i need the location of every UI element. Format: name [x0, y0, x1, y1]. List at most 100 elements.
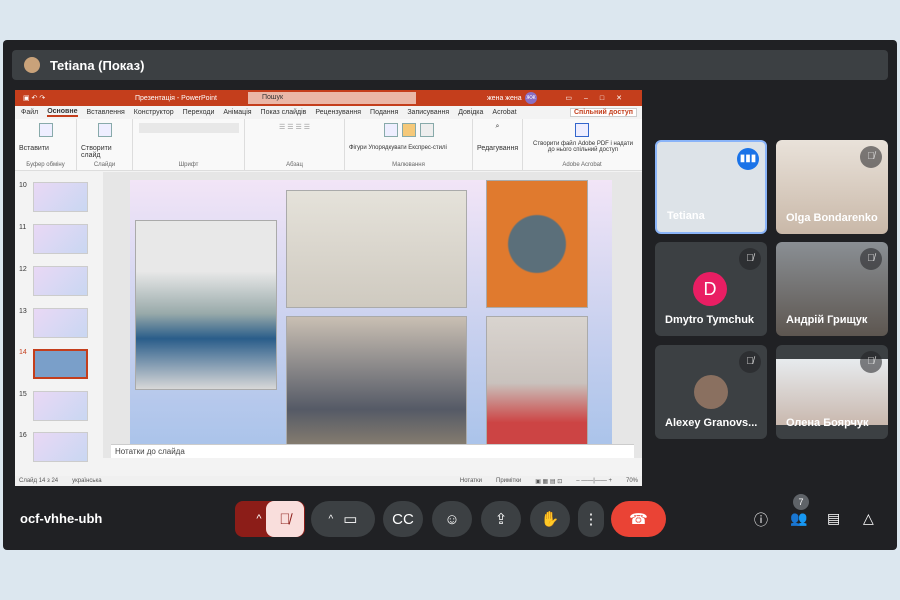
pdf-icon[interactable] — [575, 123, 589, 137]
participant-tile[interactable]: 🎙̸ Андрій Грищук — [776, 242, 888, 336]
mic-off-icon: 🎙̸ — [860, 351, 882, 373]
participant-tile[interactable]: 🎙̸ D Dmytro Tymchuk — [655, 242, 767, 336]
tab[interactable]: Подання — [370, 109, 398, 116]
drawing-group: Фігури Упорядкувати Експрес-стилі Малюван… — [345, 119, 473, 170]
tab[interactable]: Переходи — [183, 109, 215, 116]
ribbon: Вставити Буфер обміну Створити слайд Слайд… — [15, 119, 642, 171]
more-options-button[interactable]: ⋮ — [578, 501, 604, 537]
emoji-button[interactable]: ☺ — [432, 501, 472, 537]
slide-thumb[interactable]: 15 — [19, 391, 99, 421]
tab[interactable]: Файл — [21, 109, 38, 116]
chat-icon[interactable]: ▤ — [827, 510, 840, 527]
slide-photo-embedding — [286, 316, 467, 450]
participant-tile[interactable]: 🎙̸ Олена Боярчук — [776, 345, 888, 439]
group-label: Малювання — [392, 162, 425, 168]
new-slide-icon[interactable] — [97, 123, 112, 137]
save-icon[interactable]: ▣ ↶ ↷ — [23, 94, 45, 102]
people-icon[interactable]: 👥 — [790, 510, 807, 527]
ribbon-tabs: Файл Основне Вставлення Конструктор Пере… — [15, 106, 642, 119]
raise-hand-button[interactable]: ✋ — [530, 501, 570, 537]
captions-button[interactable]: CC — [383, 501, 423, 537]
slides-group: Створити слайд Слайди — [77, 119, 133, 170]
participant-name: Олена Боярчук — [786, 417, 869, 429]
end-call-button[interactable]: ☎ — [611, 501, 666, 537]
slide-thumbnails[interactable]: 10 11 12 13 14 15 16 — [15, 172, 103, 462]
mic-off-icon: 🎙̸ — [860, 146, 882, 168]
search-input[interactable]: Пошук — [248, 92, 416, 104]
language[interactable]: українська — [72, 478, 102, 484]
speaking-icon: ▮▮▮ — [737, 148, 759, 170]
activities-icon[interactable]: △ — [863, 510, 874, 527]
slide-thumb[interactable]: 12 — [19, 266, 99, 296]
notes-button[interactable]: Нотатки — [460, 478, 482, 484]
window-controls[interactable]: ▭–□✕ — [565, 94, 634, 102]
tab[interactable]: Анімація — [223, 109, 251, 116]
tab[interactable]: Конструктор — [134, 109, 174, 116]
editing-button[interactable]: Редагування — [477, 145, 518, 152]
info-icon[interactable]: ⓘ — [754, 510, 768, 530]
zoom-level: 70% — [625, 478, 638, 484]
presentation-header: Tetiana (Показ) — [12, 50, 888, 80]
new-slide-button[interactable]: Створити слайд — [81, 145, 112, 159]
avatar — [24, 57, 40, 73]
group-label: Шрифт — [178, 162, 199, 168]
tab[interactable]: Вставлення — [87, 109, 125, 116]
mic-off-icon: 🎙̸ — [739, 248, 761, 270]
participant-tile[interactable]: ▮▮▮ Tetiana — [655, 140, 767, 234]
shared-screen-powerpoint: ▣ ↶ ↷ Презентація - PowerPoint Пошук жен… — [15, 90, 642, 486]
participant-name: Андрій Грищук — [786, 314, 868, 326]
align-icons[interactable]: ☰ ☰ ☰ ☰ — [279, 123, 310, 131]
participant-tile[interactable]: 🎙̸ Olga Bondarenko — [776, 140, 888, 234]
participant-name: Dmytro Tymchuk — [665, 314, 755, 326]
view-buttons[interactable]: ▣ ▦ ▤ ⊡ — [535, 478, 562, 485]
mic-off-icon: 🎙̸ — [860, 248, 882, 270]
search-icon[interactable]: ⌕ — [496, 123, 500, 131]
ppt-titlebar: ▣ ↶ ↷ Презентація - PowerPoint Пошук жен… — [15, 90, 642, 106]
group-label: Абзац — [286, 162, 303, 168]
slide-thumb[interactable]: 11 — [19, 224, 99, 254]
font-select[interactable] — [138, 123, 239, 133]
mic-toggle-button[interactable]: 🎙̸ — [266, 501, 304, 537]
zoom-slider[interactable]: – ——|—— + — [576, 478, 612, 484]
search-placeholder: Пошук — [262, 94, 284, 101]
status-bar: Слайд 14 з 24 українська Нотатки Примітк… — [15, 476, 642, 486]
present-button[interactable]: ⇪ — [481, 501, 521, 537]
slide-thumb[interactable]: 16 — [19, 432, 99, 462]
shapes-icon[interactable] — [383, 123, 398, 137]
slide-photo-tray — [486, 180, 588, 308]
paste-icon[interactable] — [38, 123, 53, 137]
slide-thumb-selected[interactable]: 14 — [19, 349, 99, 379]
editing-group: ⌕ Редагування — [473, 119, 523, 170]
tab[interactable]: Рецензування — [315, 109, 361, 116]
acrobat-group: Створити файл Adobe PDF і надати до ньог… — [523, 119, 641, 170]
meeting-code: ocf-vhhe-ubh — [20, 511, 103, 526]
avatar — [694, 375, 728, 409]
editor-area: 10 11 12 13 14 15 16 Нотатки до слайда — [15, 172, 642, 462]
tab[interactable]: Acrobat — [492, 109, 516, 116]
comments-button[interactable]: Примітки — [496, 478, 521, 484]
share-button[interactable]: Спільний доступ — [569, 108, 637, 117]
participant-name: Olga Bondarenko — [786, 212, 878, 224]
slide-thumb[interactable]: 10 — [19, 182, 99, 212]
participant-name: Alexey Granovs... — [665, 417, 758, 429]
tab[interactable]: Записування — [407, 109, 449, 116]
slide-thumb[interactable]: 13 — [19, 308, 99, 338]
arrange-icon[interactable] — [401, 123, 416, 137]
quick-styles-icon[interactable] — [419, 123, 434, 137]
camera-button[interactable]: ^ ▭ — [311, 501, 375, 537]
current-slide[interactable] — [130, 180, 612, 451]
tab[interactable]: Довідка — [458, 109, 483, 116]
participant-count-badge: 7 — [793, 494, 809, 510]
tab-home[interactable]: Основне — [47, 108, 78, 117]
user-avatar[interactable]: ЖЖ — [525, 92, 537, 104]
mic-off-icon: 🎙̸ — [739, 351, 761, 373]
create-pdf-button[interactable]: Створити файл Adobe PDF і надати до ньог… — [529, 141, 637, 153]
paste-button[interactable]: Вставити — [19, 145, 49, 152]
tab[interactable]: Показ слайдів — [261, 109, 307, 116]
drawing-buttons[interactable]: Фігури Упорядкувати Експрес-стилі — [349, 145, 447, 151]
participant-tile[interactable]: 🎙̸ Alexey Granovs... — [655, 345, 767, 439]
notes-pane[interactable]: Нотатки до слайда — [111, 444, 634, 458]
user-name: жена жена — [487, 94, 522, 102]
slide-counter: Слайд 14 з 24 — [19, 478, 59, 484]
group-label: Adobe Acrobat — [562, 162, 602, 168]
